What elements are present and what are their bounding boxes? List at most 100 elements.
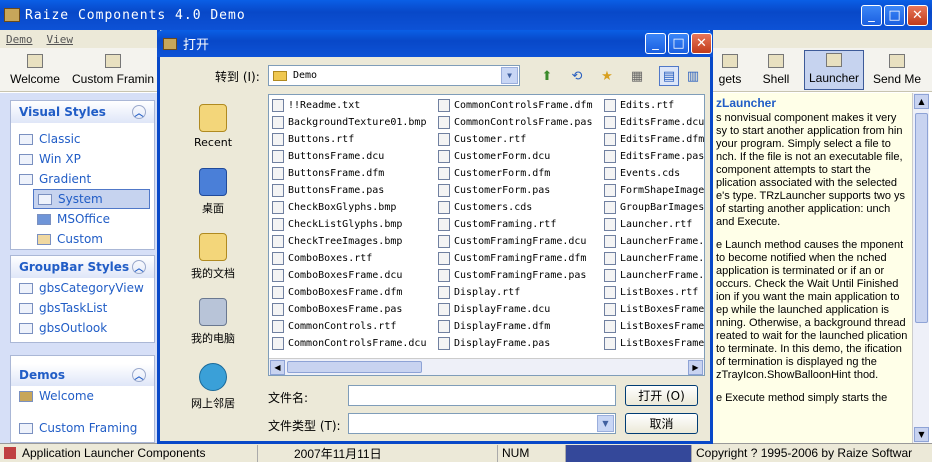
chevron-down-icon[interactable]: ▼ [597, 415, 614, 432]
dialog-maximize-button[interactable]: □ [668, 33, 689, 54]
file-item[interactable]: EditsFrame.pas [604, 148, 704, 165]
file-item[interactable]: Customers.cds [438, 199, 592, 216]
file-item[interactable]: ListBoxesFrame [604, 318, 704, 335]
file-item[interactable]: DisplayFrame.dfm [438, 318, 592, 335]
visual-styles-header[interactable]: Visual Styles ︿ [11, 101, 154, 123]
file-item[interactable]: DisplayFrame.pas [438, 335, 592, 352]
toolbar-welcome-button[interactable]: Welcome [6, 50, 64, 90]
scroll-right-icon[interactable]: ▶ [688, 360, 703, 375]
scroll-up-icon[interactable]: ▲ [914, 94, 929, 109]
file-item[interactable]: ComboBoxes.rtf [272, 250, 426, 267]
collapse-icon[interactable]: ︿ [132, 260, 146, 274]
file-item[interactable]: CheckListGlyphs.bmp [272, 216, 426, 233]
toolbar-shell-button[interactable]: Shell [752, 50, 800, 90]
style-gradient[interactable]: Gradient [11, 169, 154, 189]
file-item[interactable]: EditsFrame.dfm [604, 131, 704, 148]
file-item[interactable]: Buttons.rtf [272, 131, 426, 148]
file-item[interactable]: GroupBarImages [604, 199, 704, 216]
style-classic[interactable]: Classic [11, 129, 154, 149]
file-item[interactable]: ListBoxesFrame [604, 335, 704, 352]
back-icon[interactable]: ⬆ [537, 66, 557, 86]
dialog-close-button[interactable]: ✕ [691, 33, 712, 54]
scroll-thumb[interactable] [287, 361, 422, 373]
close-button[interactable]: ✕ [907, 5, 928, 26]
file-item[interactable]: ListBoxes.rtf [604, 284, 704, 301]
toolbar-widgets-button[interactable]: gets [712, 50, 748, 90]
style-msoffice[interactable]: MSOffice [11, 209, 154, 229]
scroll-left-icon[interactable]: ◀ [270, 360, 285, 375]
description-scrollbar[interactable]: ▲ ▼ [912, 93, 929, 443]
file-item[interactable]: Launcher.rtf [604, 216, 704, 233]
file-item[interactable]: DisplayFrame.dcu [438, 301, 592, 318]
chevron-down-icon[interactable]: ▼ [501, 67, 518, 84]
look-in-dropdown[interactable]: Demo ▼ [268, 65, 520, 86]
file-item[interactable]: CustomerForm.dcu [438, 148, 592, 165]
file-item[interactable]: Events.cds [604, 165, 704, 182]
maximize-button[interactable]: □ [884, 5, 905, 26]
file-item[interactable]: Edits.rtf [604, 97, 704, 114]
file-item[interactable]: CustomFramingFrame.dfm [438, 250, 592, 267]
file-item[interactable]: BackgroundTexture01.bmp [272, 114, 426, 131]
file-item[interactable]: CustomerForm.pas [438, 182, 592, 199]
file-item[interactable]: ButtonsFrame.dfm [272, 165, 426, 182]
file-item[interactable]: ButtonsFrame.dcu [272, 148, 426, 165]
menu-view[interactable]: View [47, 33, 74, 46]
details-icon[interactable]: ▦ [627, 66, 647, 86]
scroll-down-icon[interactable]: ▼ [914, 427, 929, 442]
file-item[interactable]: CheckBoxGlyphs.bmp [272, 199, 426, 216]
view-details-icon[interactable]: ▥ [683, 66, 703, 86]
cancel-button[interactable]: 取消 [625, 413, 698, 434]
file-item[interactable]: LauncherFrame. [604, 233, 704, 250]
file-item[interactable]: LauncherFrame. [604, 267, 704, 284]
dialog-minimize-button[interactable]: _ [645, 33, 666, 54]
place-my-computer[interactable]: 我的电脑 [183, 298, 243, 346]
file-item[interactable]: ComboBoxesFrame.dfm [272, 284, 426, 301]
file-item[interactable]: CommonControlsFrame.dcu [272, 335, 426, 352]
menu-demo[interactable]: Demo [6, 33, 33, 46]
file-list-hscrollbar[interactable]: ◀ ▶ [269, 358, 704, 375]
file-list[interactable]: !!Readme.txt BackgroundTexture01.bmp Butto… [268, 94, 705, 376]
file-item[interactable]: CheckTreeImages.bmp [272, 233, 426, 250]
toolbar-launcher-button[interactable]: Launcher [804, 50, 864, 90]
gbs-outlook[interactable]: gbsOutlook [11, 318, 154, 338]
file-item[interactable]: CommonControlsFrame.dfm [438, 97, 592, 114]
file-item[interactable]: Display.rtf [438, 284, 592, 301]
filetype-select[interactable]: ▼ [348, 413, 616, 434]
file-item[interactable]: CustomFramingFrame.pas [438, 267, 592, 284]
file-item[interactable]: ButtonsFrame.pas [272, 182, 426, 199]
style-winxp[interactable]: Win XP [11, 149, 154, 169]
toolbar-custom-framing-button[interactable]: Custom Framin [68, 50, 158, 90]
filename-input[interactable] [348, 385, 616, 406]
minimize-button[interactable]: _ [861, 5, 882, 26]
file-item[interactable]: CommonControlsFrame.pas [438, 114, 592, 131]
place-my-documents[interactable]: 我的文档 [183, 233, 243, 281]
file-item[interactable]: FormShapeImage [604, 182, 704, 199]
file-item[interactable]: CustomFramingFrame.dcu [438, 233, 592, 250]
up-folder-icon[interactable]: ⟲ [567, 66, 587, 86]
place-network[interactable]: 网上邻居 [183, 363, 243, 411]
file-item[interactable]: ComboBoxesFrame.dcu [272, 267, 426, 284]
groupbar-styles-header[interactable]: GroupBar Styles ︿ [11, 256, 154, 278]
file-item[interactable]: !!Readme.txt [272, 97, 426, 114]
collapse-icon[interactable]: ︿ [132, 105, 146, 119]
file-item[interactable]: CustomerForm.dfm [438, 165, 592, 182]
style-custom[interactable]: Custom [11, 229, 154, 249]
file-item[interactable]: EditsFrame.dcu [604, 114, 704, 131]
view-list-icon[interactable]: ▤ [659, 66, 679, 86]
new-folder-icon[interactable]: ★ [597, 66, 617, 86]
demos-header[interactable]: Demos ︿ [11, 364, 154, 386]
demo-welcome[interactable]: Welcome [11, 386, 154, 406]
file-item[interactable]: CommonControls.rtf [272, 318, 426, 335]
open-button[interactable]: 打开 (O) [625, 385, 698, 406]
file-item[interactable]: Customer.rtf [438, 131, 592, 148]
place-desktop[interactable]: 桌面 [183, 168, 243, 216]
file-item[interactable]: ListBoxesFrame [604, 301, 704, 318]
demo-custom-framing[interactable]: Custom Framing [11, 418, 154, 438]
gbs-category-view[interactable]: gbsCategoryView [11, 278, 154, 298]
gbs-task-list[interactable]: gbsTaskList [11, 298, 154, 318]
place-recent[interactable]: Recent [183, 104, 243, 149]
toolbar-send-me-button[interactable]: Send Me [866, 50, 928, 90]
collapse-icon[interactable]: ︿ [132, 368, 146, 382]
file-item[interactable]: LauncherFrame. [604, 250, 704, 267]
style-system[interactable]: System [33, 189, 150, 209]
